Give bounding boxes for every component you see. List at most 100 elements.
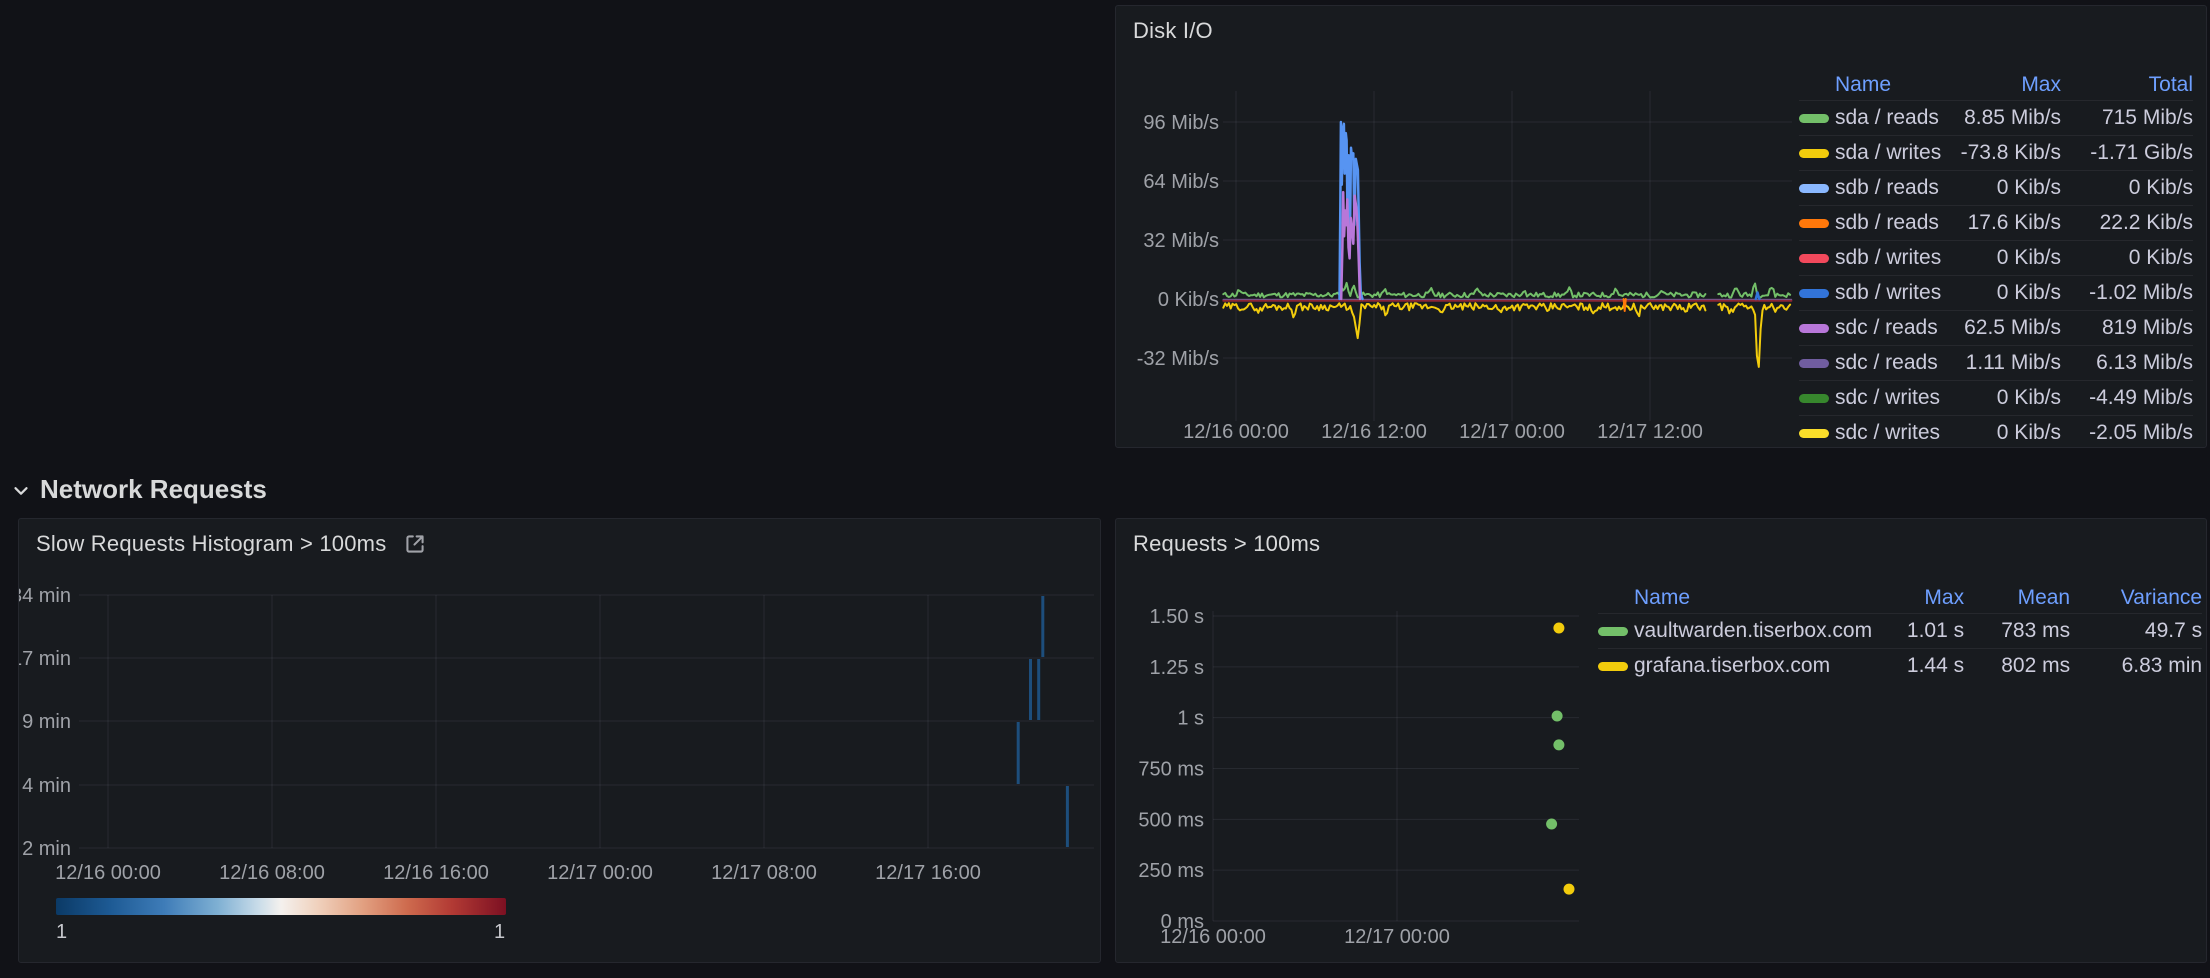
legend-series-name[interactable]: sdb / writes: [1835, 240, 1943, 275]
series-line: [1223, 303, 1705, 338]
series-line: [1718, 284, 1790, 298]
y-axis-tick-label: 2 min: [22, 838, 71, 860]
heatmap-cell: [1041, 596, 1044, 657]
series-color-dash: [1799, 289, 1829, 298]
panel-title-requests[interactable]: Requests > 100ms: [1133, 531, 1320, 557]
y-axis-tick-label: 1 s: [1177, 708, 1204, 730]
legend-series-color: [1799, 205, 1835, 240]
y-axis-tick-label: 0 Kib/s: [1158, 289, 1219, 311]
legend-header-name[interactable]: Name: [1634, 583, 1872, 613]
legend-series-name[interactable]: sdc / writes: [1835, 380, 1943, 415]
legend-header-mean[interactable]: Mean: [1964, 583, 2070, 613]
heatmap-cell: [1037, 659, 1040, 720]
legend-series-color: [1799, 345, 1835, 380]
slow-requests-heatmap-chart[interactable]: 34 min17 min9 min4 min2 min12/16 00:0012…: [19, 519, 1100, 962]
heatmap-cell: [1017, 722, 1020, 784]
scatter-point: [1553, 623, 1564, 634]
legend-header-max[interactable]: Max: [1943, 70, 2061, 100]
heatmap-scale-max: 1: [494, 921, 505, 944]
panel-requests-100ms: Requests > 100ms 1.50 s 1.25 s 1 s 750 ms 50…: [1115, 518, 2207, 963]
section-network-requests-label: Network Requests: [40, 474, 267, 505]
series-color-dash: [1598, 662, 1628, 671]
legend-series-color: [1799, 310, 1835, 345]
legend-header-name[interactable]: Name: [1835, 70, 1943, 100]
series-color-dash: [1799, 324, 1829, 333]
series-color-dash: [1799, 219, 1829, 228]
series-line: [1223, 283, 1705, 298]
legend-series-name[interactable]: sda / writes: [1835, 135, 1943, 170]
legend-header-max[interactable]: Max: [1872, 583, 1964, 613]
section-network-requests[interactable]: Network Requests: [10, 474, 267, 505]
legend-series-name[interactable]: sdc / reads: [1835, 345, 1943, 380]
panel-title-disk-io[interactable]: Disk I/O: [1133, 18, 1213, 44]
x-axis-tick-label: 12/17 00:00: [1344, 926, 1450, 948]
x-axis-tick-label: 12/17 00:00: [1459, 421, 1565, 443]
y-axis-tick-label: -32 Mib/s: [1137, 348, 1219, 370]
legend-series-name[interactable]: sda / reads: [1835, 100, 1943, 135]
legend-series-name[interactable]: vaultwarden.tiserbox.com: [1634, 613, 1872, 648]
requests-legend: NameMaxMeanVariancevaultwarden.tiserbox.…: [1598, 583, 2188, 683]
series-color-dash: [1799, 394, 1829, 403]
x-axis-tick-label: 12/17 12:00: [1597, 421, 1703, 443]
series-color-dash: [1799, 429, 1829, 438]
y-axis-tick-label: 250 ms: [1138, 860, 1204, 882]
legend-series-color: [1799, 275, 1835, 310]
legend-header-variance[interactable]: Variance: [2070, 583, 2202, 613]
legend-value-max: 62.5 Mib/s: [1943, 310, 2061, 345]
legend-value-total: -4.49 Mib/s: [2061, 380, 2193, 415]
series-color-dash: [1799, 184, 1829, 193]
legend-value-max: -73.8 Kib/s: [1943, 135, 2061, 170]
series-color-dash: [1598, 627, 1628, 636]
series-color-dash: [1799, 114, 1829, 123]
y-axis-tick-label: 1.50 s: [1150, 606, 1204, 628]
series-line: [1624, 299, 1626, 311]
y-axis-tick-label: 750 ms: [1138, 759, 1204, 781]
legend-value-total: 715 Mib/s: [2061, 100, 2193, 135]
legend-series-color: [1598, 648, 1634, 683]
legend-series-name[interactable]: sdb / writes: [1835, 275, 1943, 310]
legend-value-max: 0 Kib/s: [1943, 275, 2061, 310]
heatmap-color-scale: [56, 898, 506, 915]
y-axis-tick-label: 4 min: [22, 775, 71, 797]
x-axis-tick-label: 12/16 00:00: [1160, 926, 1266, 948]
chevron-down-icon: [10, 479, 32, 501]
x-axis-tick-label: 12/16 00:00: [55, 862, 161, 884]
x-axis-tick-label: 12/17 00:00: [547, 862, 653, 884]
legend-value-max: 1.44 s: [1872, 648, 1964, 683]
y-axis-tick-label: 34 min: [19, 585, 71, 607]
legend-header-spacer: [1598, 583, 1634, 613]
legend-series-name[interactable]: sdb / reads: [1835, 205, 1943, 240]
y-axis-tick-label: 1.25 s: [1150, 657, 1204, 679]
heatmap-cell: [1066, 786, 1069, 847]
legend-series-color: [1799, 170, 1835, 205]
legend-series-color: [1799, 240, 1835, 275]
heatmap-cell: [1029, 659, 1032, 720]
legend-value-mean: 783 ms: [1964, 613, 2070, 648]
scatter-point: [1546, 819, 1557, 830]
scatter-point: [1564, 884, 1575, 895]
legend-series-name[interactable]: sdc / reads: [1835, 310, 1943, 345]
series-color-dash: [1799, 254, 1829, 263]
legend-header-total[interactable]: Total: [2061, 70, 2193, 100]
legend-series-color: [1799, 100, 1835, 135]
legend-value-max: 1.01 s: [1872, 613, 1964, 648]
y-axis-tick-label: 9 min: [22, 711, 71, 733]
panel-slow-requests-histogram: Slow Requests Histogram > 100ms 34 min17…: [18, 518, 1101, 963]
legend-value-max: 17.6 Kib/s: [1943, 205, 2061, 240]
legend-series-name[interactable]: grafana.tiserbox.com: [1634, 648, 1872, 683]
panel-title-requests-label: Requests > 100ms: [1133, 531, 1320, 557]
legend-value-max: 1.11 Mib/s: [1943, 345, 2061, 380]
y-axis-tick-label: 32 Mib/s: [1143, 230, 1219, 252]
legend-series-name[interactable]: sdc / writes: [1835, 415, 1943, 448]
legend-value-max: 0 Kib/s: [1943, 380, 2061, 415]
external-link-icon[interactable]: [402, 531, 428, 557]
legend-value-total: 0 Kib/s: [2061, 240, 2193, 275]
scatter-point: [1553, 739, 1564, 750]
legend-value-max: 8.85 Mib/s: [1943, 100, 2061, 135]
y-axis-tick-label: 500 ms: [1138, 809, 1204, 831]
panel-title-slow-requests[interactable]: Slow Requests Histogram > 100ms: [36, 531, 428, 557]
legend-series-name[interactable]: sdb / reads: [1835, 170, 1943, 205]
legend-value-total: 0 Kib/s: [2061, 170, 2193, 205]
series-color-dash: [1799, 149, 1829, 158]
y-axis-tick-label: 96 Mib/s: [1143, 112, 1219, 134]
